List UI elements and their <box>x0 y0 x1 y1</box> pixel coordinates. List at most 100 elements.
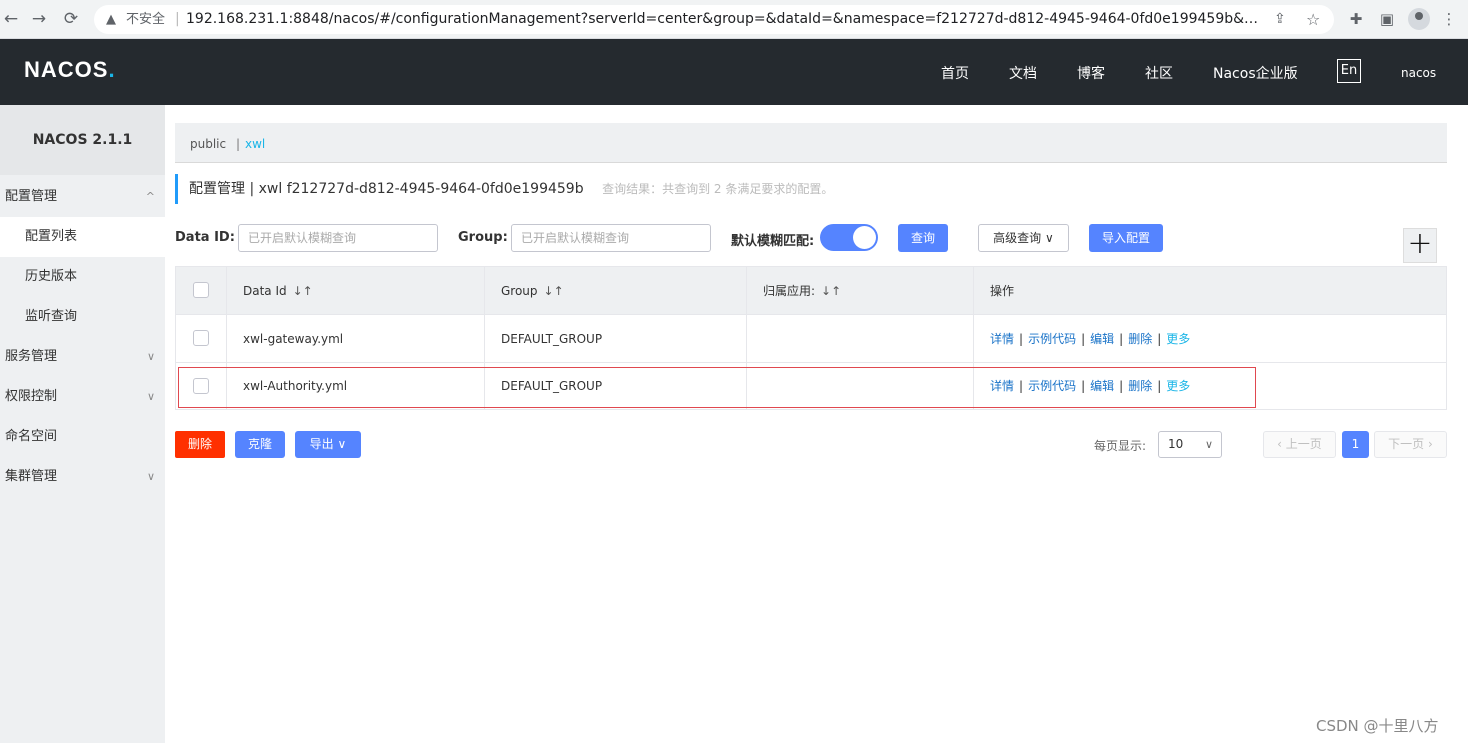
page-size-value: 10 <box>1168 437 1184 451</box>
delete-link[interactable]: 删除 <box>1128 332 1152 346</box>
header-app[interactable]: 归属应用: ↓↑ <box>746 267 973 314</box>
browser-menu-icon[interactable]: ⋮ <box>1438 8 1460 30</box>
url-host: 192.168.231.1 <box>186 11 289 27</box>
sample-code-link[interactable]: 示例代码 <box>1028 379 1076 393</box>
user-name[interactable]: nacos <box>1401 66 1436 80</box>
reload-icon[interactable]: ⟳ <box>60 8 82 30</box>
row-checkbox[interactable] <box>193 330 209 346</box>
prev-page-button[interactable]: ‹ 上一页 <box>1263 431 1336 458</box>
edit-link[interactable]: 编辑 <box>1090 379 1114 393</box>
chevron-up-icon: ^ <box>145 190 155 203</box>
detail-link[interactable]: 详情 <box>990 379 1014 393</box>
import-config-button[interactable]: 导入配置 <box>1089 224 1163 252</box>
sidebar-item-history[interactable]: 历史版本 <box>0 257 165 297</box>
header-group[interactable]: Group ↓↑ <box>484 267 746 314</box>
table-header-row: Data Id ↓↑ Group ↓↑ 归属应用: ↓↑ 操作 <box>176 267 1446 315</box>
page-size-select[interactable]: 10 ∨ <box>1158 431 1222 458</box>
op-separator: | <box>1019 332 1024 346</box>
language-toggle[interactable]: En <box>1337 59 1361 83</box>
header-checkbox-cell <box>176 267 226 314</box>
sidebar-item-config-list[interactable]: 配置列表 <box>0 217 165 257</box>
op-separator: | <box>1119 332 1124 346</box>
sidebar-item-label: 配置管理 <box>5 189 58 204</box>
browser-toolbar: ← → ⟳ ▲ 不安全 | 192.168.231.1:8848/nacos/#… <box>0 0 1468 39</box>
op-separator: | <box>1019 379 1024 393</box>
table-row: xwl-gateway.yml DEFAULT_GROUP 详情 | 示例代码 | 编辑… <box>176 315 1446 363</box>
group-input[interactable] <box>511 224 711 252</box>
nav-home[interactable]: 首页 <box>941 63 969 83</box>
next-page-button[interactable]: 下一页 › <box>1374 431 1447 458</box>
profile-avatar-icon[interactable] <box>1408 8 1430 30</box>
export-button[interactable]: 导出 ∨ <box>295 431 361 458</box>
sidebar-item-cluster-management[interactable]: 集群管理 ∨ <box>0 457 165 497</box>
dataid-label: Data ID: <box>175 230 235 245</box>
nav-community[interactable]: 社区 <box>1145 63 1173 83</box>
more-link[interactable]: 更多 <box>1166 332 1190 346</box>
page-title: 配置管理 | xwl f212727d-d812-4945-9464-0fd0e… <box>189 181 584 197</box>
delete-link[interactable]: 删除 <box>1128 379 1152 393</box>
sidebar-item-config-management[interactable]: 配置管理 ^ <box>0 177 165 217</box>
namespace-separator: | <box>236 137 241 151</box>
row-checkbox[interactable] <box>193 378 209 394</box>
sidebar-item-listener-query[interactable]: 监听查询 <box>0 297 165 337</box>
cell-actions: 详情 | 示例代码 | 编辑 | 删除 | 更多 <box>973 363 1446 409</box>
clone-button[interactable]: 克隆 <box>235 431 285 458</box>
more-link[interactable]: 更多 <box>1166 379 1190 393</box>
chevron-down-icon: ∨ <box>1204 438 1213 451</box>
sort-icon[interactable]: ↓↑ <box>821 284 841 298</box>
chevron-down-icon: ∨ <box>1045 231 1054 245</box>
logo-text: NACOS <box>24 57 109 82</box>
sort-icon[interactable]: ↓↑ <box>544 284 564 298</box>
address-bar[interactable]: ▲ 不安全 | 192.168.231.1:8848/nacos/#/confi… <box>94 5 1334 34</box>
forward-icon[interactable]: → <box>28 8 50 30</box>
cell-group: DEFAULT_GROUP <box>484 363 746 409</box>
page-number-1[interactable]: 1 <box>1342 431 1369 458</box>
chevron-down-icon: ∨ <box>146 350 155 363</box>
header-dataid-label: Data Id <box>243 284 287 298</box>
edit-link[interactable]: 编辑 <box>1090 332 1114 346</box>
advanced-query-button[interactable]: 高级查询 ∨ <box>978 224 1069 252</box>
nav-enterprise[interactable]: Nacos企业版 <box>1213 63 1298 83</box>
url-text[interactable]: 192.168.231.1:8848/nacos/#/configuration… <box>186 5 1266 34</box>
header-group-label: Group <box>501 284 538 298</box>
fuzzy-match-switch[interactable] <box>820 224 878 251</box>
namespace-public[interactable]: public <box>190 123 226 165</box>
back-icon[interactable]: ← <box>0 8 22 30</box>
share-icon[interactable]: ⇪ <box>1274 5 1286 34</box>
cell-app <box>746 315 973 362</box>
row-checkbox-cell <box>176 363 226 409</box>
chevron-down-icon: ∨ <box>146 390 155 403</box>
batch-delete-button[interactable]: 删除 <box>175 431 225 458</box>
nav-blog[interactable]: 博客 <box>1077 63 1105 83</box>
sidebar-title: NACOS 2.1.1 <box>0 105 165 175</box>
sidebar-item-label: 历史版本 <box>25 269 78 284</box>
query-button[interactable]: 查询 <box>898 224 948 252</box>
sidebar-item-access-control[interactable]: 权限控制 ∨ <box>0 377 165 417</box>
namespace-bar: public | xwl <box>175 123 1447 163</box>
header-dataid[interactable]: Data Id ↓↑ <box>226 267 484 314</box>
dataid-input[interactable] <box>238 224 438 252</box>
extensions-icon[interactable]: ✚ <box>1345 8 1367 30</box>
table-row: xwl-Authority.yml DEFAULT_GROUP 详情 | 示例代码 |… <box>176 363 1446 409</box>
add-config-button[interactable]: + <box>1403 228 1437 263</box>
sidebar-item-label: 服务管理 <box>5 349 58 364</box>
cell-actions: 详情 | 示例代码 | 编辑 | 删除 | 更多 <box>973 315 1446 362</box>
chevron-down-icon: ∨ <box>146 470 155 483</box>
cell-dataid: xwl-Authority.yml <box>226 363 484 409</box>
url-path: :8848/nacos/#/configurationManagement?se… <box>288 11 1266 27</box>
bookmark-star-icon[interactable]: ☆ <box>1306 5 1320 34</box>
select-all-checkbox[interactable] <box>193 282 209 298</box>
nav-docs[interactable]: 文档 <box>1009 63 1037 83</box>
sidebar-item-namespace[interactable]: 命名空间 <box>0 417 165 457</box>
warning-icon: ▲ <box>106 12 116 27</box>
sort-icon[interactable]: ↓↑ <box>293 284 313 298</box>
header-actions-label: 操作 <box>990 284 1015 298</box>
sidepanel-icon[interactable]: ▣ <box>1376 8 1398 30</box>
sample-code-link[interactable]: 示例代码 <box>1028 332 1076 346</box>
page-size-label: 每页显示: <box>1094 439 1147 453</box>
nacos-logo[interactable]: NACOS. <box>24 57 116 83</box>
namespace-xwl[interactable]: xwl <box>245 123 265 165</box>
detail-link[interactable]: 详情 <box>990 332 1014 346</box>
sidebar-item-label: 配置列表 <box>25 229 78 244</box>
sidebar-item-service-management[interactable]: 服务管理 ∨ <box>0 337 165 377</box>
